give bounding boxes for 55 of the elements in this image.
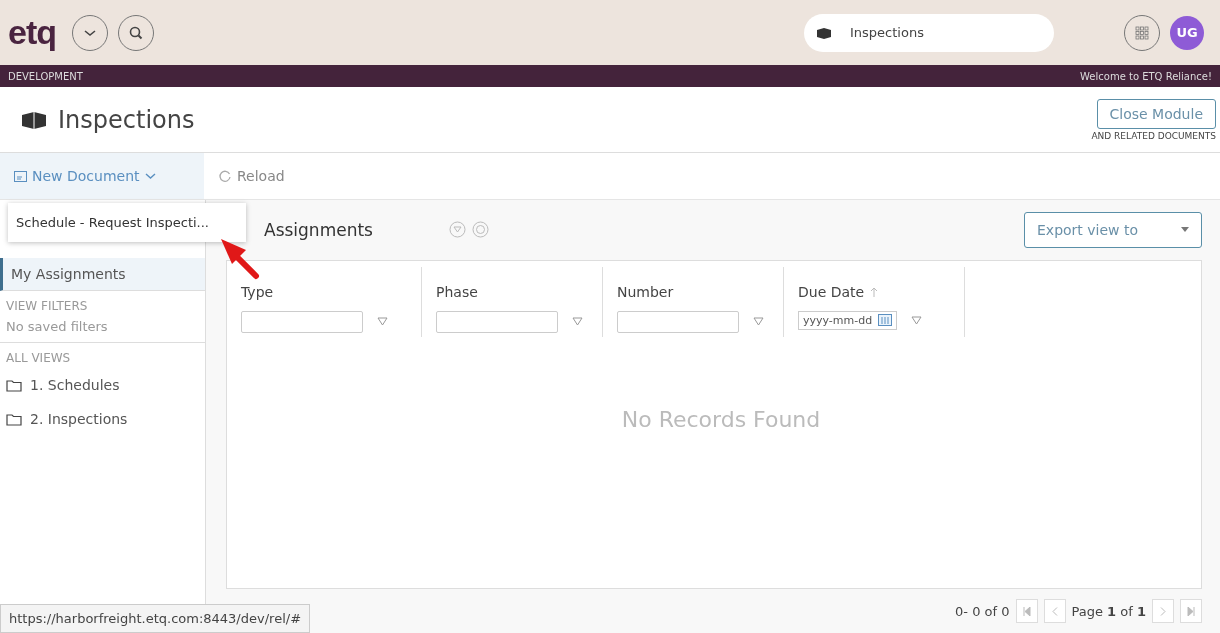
first-page-button[interactable] xyxy=(1015,599,1038,624)
filter-field[interactable] xyxy=(241,310,363,333)
search-icon xyxy=(128,24,144,41)
date-filter-field[interactable]: yyyy-mm-dd xyxy=(798,310,898,330)
filter-icon[interactable] xyxy=(448,221,466,239)
sidebar-item[interactable]: My Assignments xyxy=(0,258,205,291)
first-page-icon xyxy=(1022,606,1031,616)
column-header[interactable]: Number xyxy=(617,280,783,303)
box-icon xyxy=(816,26,832,39)
logo: etq xyxy=(8,13,56,52)
empty-state-text: No Records Found xyxy=(621,406,821,432)
column-header[interactable]: Phase xyxy=(436,280,602,303)
filter-icon[interactable] xyxy=(572,317,583,327)
welcome-text: Welcome to ETQ Reliance! xyxy=(1080,70,1212,82)
status-url: https://harborfreight.etq.com:8443/dev/rel/# xyxy=(0,604,311,633)
menu-item[interactable]: Schedule - Request Inspecti... xyxy=(8,203,246,242)
view-title: Assignments xyxy=(264,219,373,240)
arrow-annotation xyxy=(218,236,262,280)
filter-field[interactable] xyxy=(436,310,558,333)
filter-icon[interactable] xyxy=(911,315,923,325)
filter-icon[interactable] xyxy=(377,317,388,327)
last-page-icon xyxy=(1187,606,1195,616)
module-search-field[interactable]: Inspections xyxy=(804,13,1054,52)
folder-icon xyxy=(6,378,22,392)
module-title: Inspections xyxy=(58,105,195,134)
caret-icon xyxy=(144,172,156,180)
calendar-icon xyxy=(878,314,893,327)
folder-icon xyxy=(6,412,22,426)
folder-item[interactable]: 1. Schedules xyxy=(6,371,199,399)
environment-label: DEVELOPMENT xyxy=(8,70,83,82)
user-avatar[interactable]: UG xyxy=(1170,15,1204,50)
folder-item[interactable]: 2. Inspections xyxy=(6,405,199,433)
chevron-down-icon xyxy=(83,27,97,38)
column-header[interactable]: Type xyxy=(241,280,421,303)
record-count: 0- 0 of 0 xyxy=(955,603,1010,619)
chevron-left-icon xyxy=(1051,606,1058,616)
page-indicator: Page 1 of 1 xyxy=(1071,603,1146,619)
last-page-button[interactable] xyxy=(1180,599,1202,624)
previous-page-button[interactable] xyxy=(1043,599,1066,624)
box-icon xyxy=(20,109,48,130)
close-module-note: AND RELATED DOCUMENTS xyxy=(1091,130,1216,141)
document-icon xyxy=(14,170,27,182)
next-page-button[interactable] xyxy=(1152,599,1174,624)
filter-field[interactable] xyxy=(617,310,739,333)
section-heading: VIEW FILTERS xyxy=(6,299,89,313)
close-module-button[interactable]: Close Module xyxy=(1096,98,1216,129)
grid-icon xyxy=(1135,25,1149,40)
filter-icon[interactable] xyxy=(753,317,764,327)
column-header[interactable]: Due Date xyxy=(798,280,964,303)
refresh-icon[interactable] xyxy=(471,221,489,239)
empty-filters-text: No saved filters xyxy=(6,319,109,334)
reload-icon xyxy=(218,169,232,183)
section-heading: ALL VIEWS xyxy=(6,351,72,365)
caret-icon xyxy=(1181,227,1189,233)
chevron-right-icon xyxy=(1160,606,1166,616)
